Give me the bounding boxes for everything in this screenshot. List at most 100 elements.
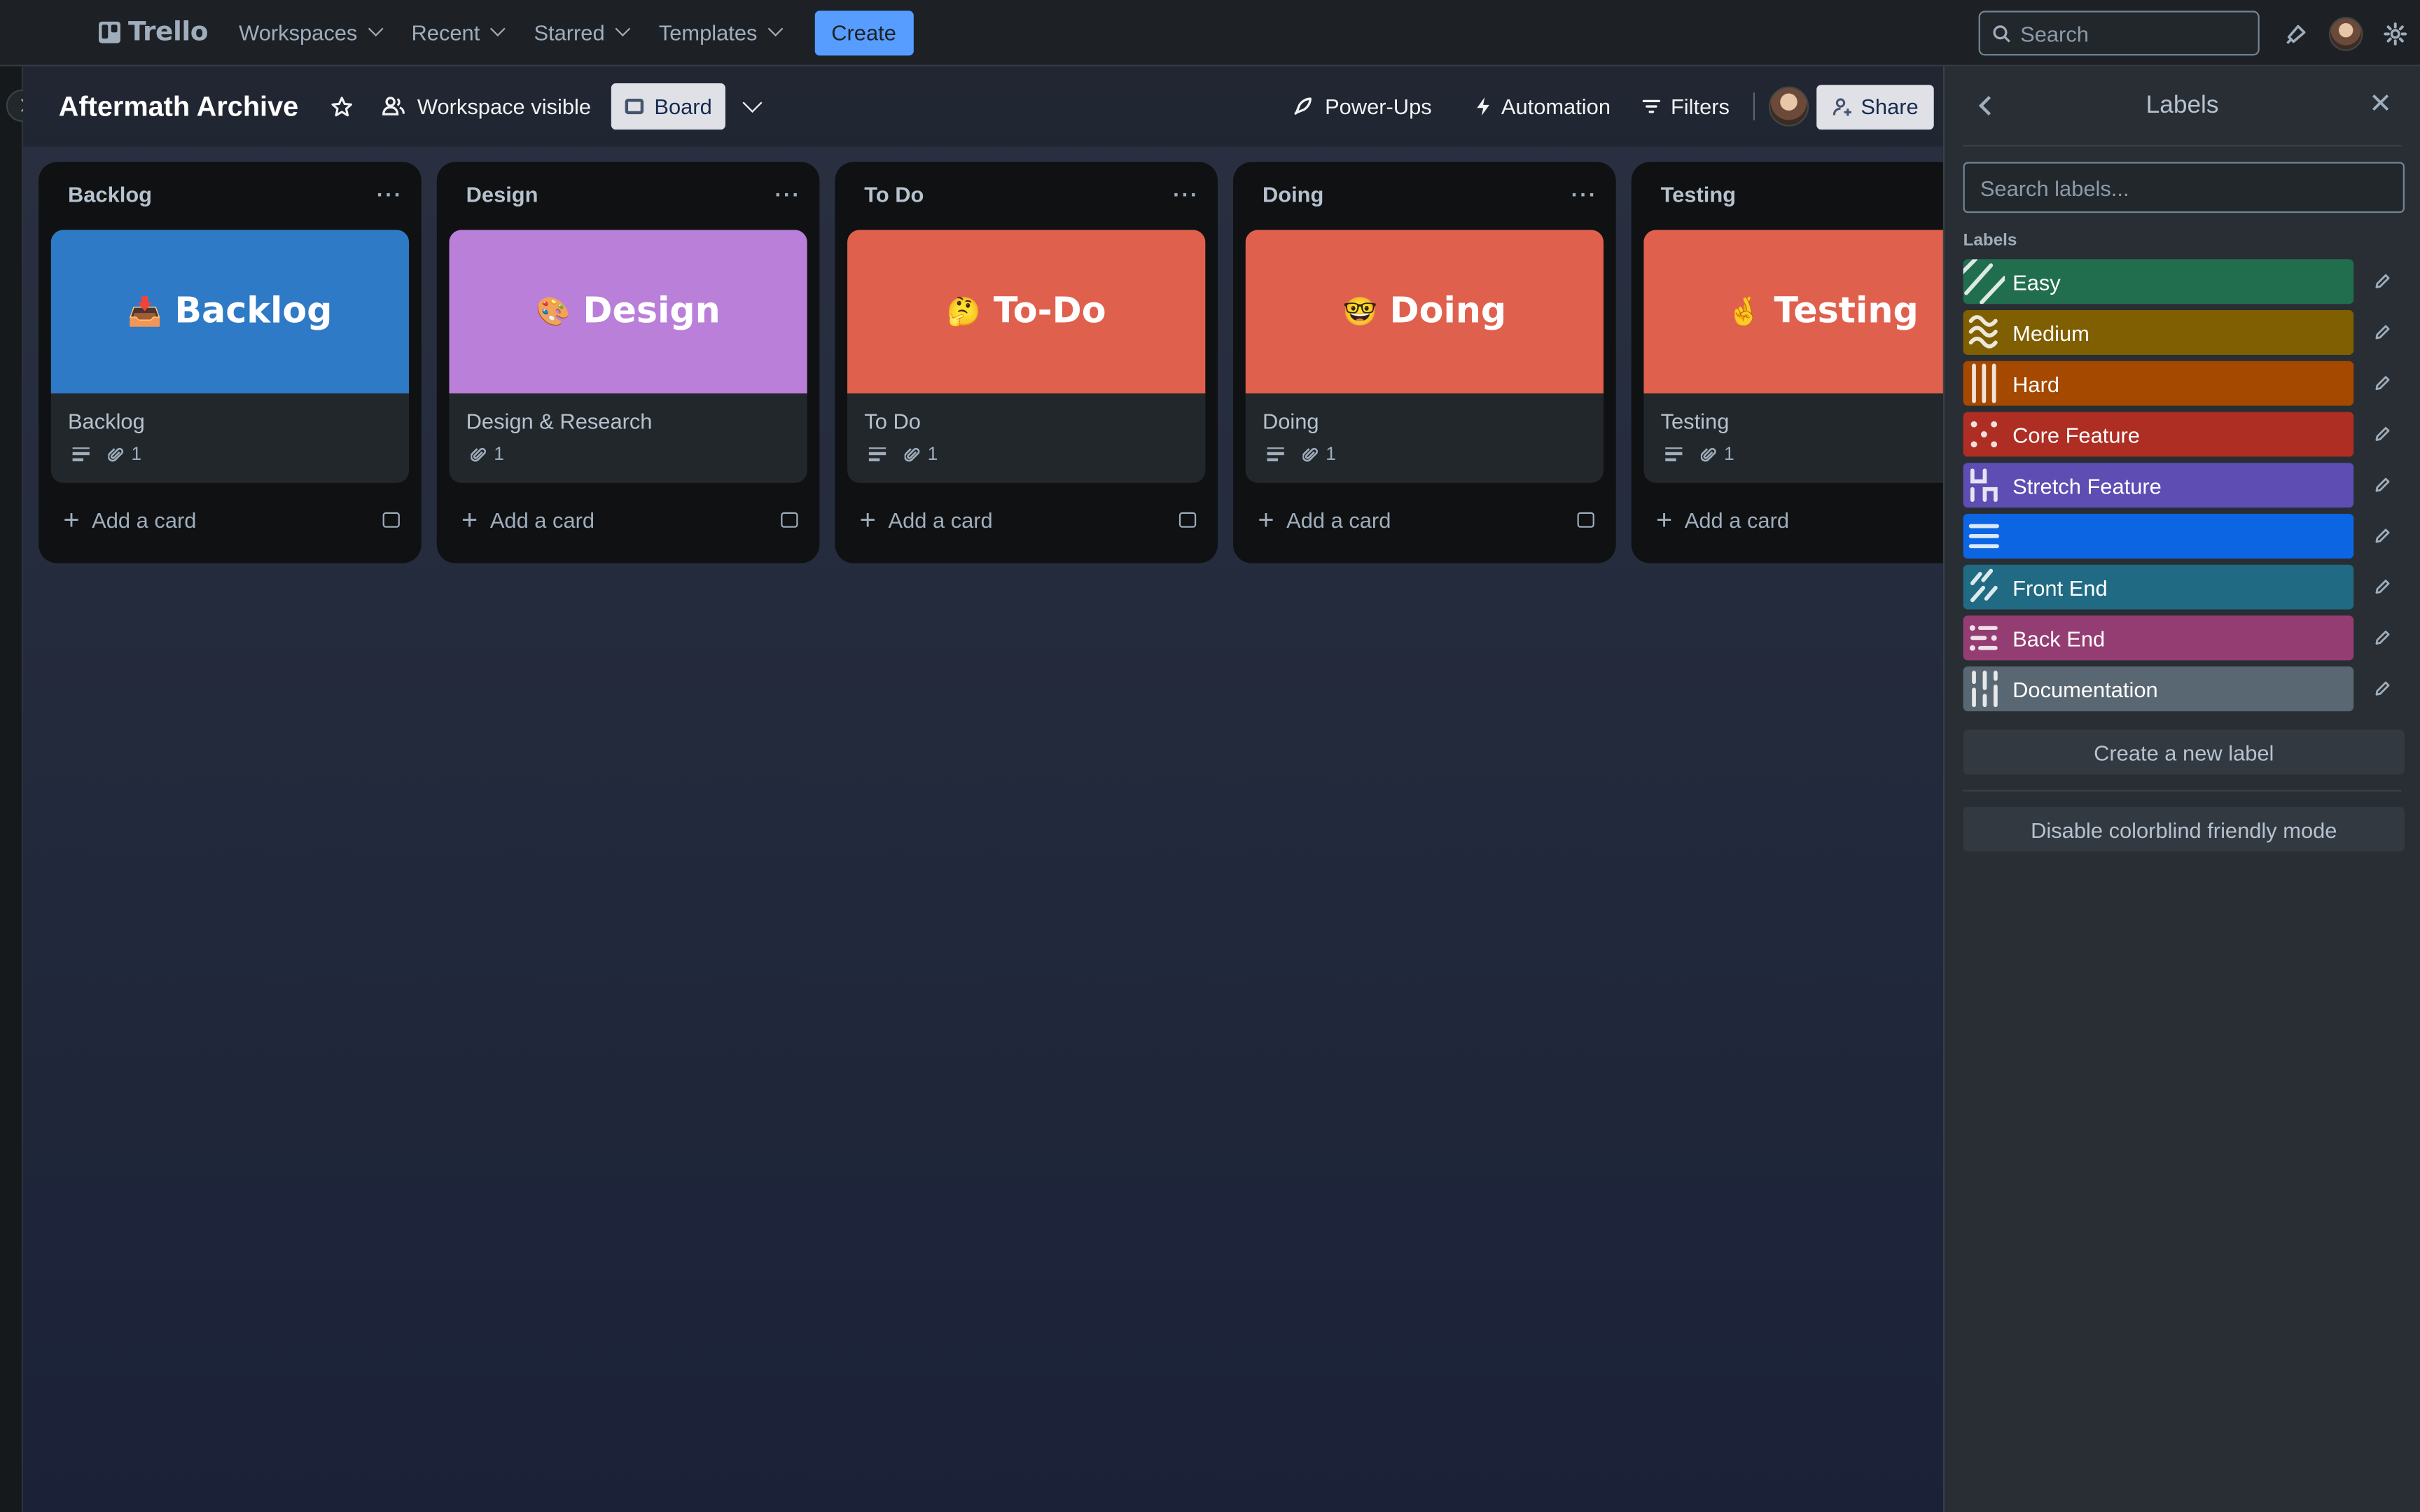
- edit-label-button[interactable]: [2365, 519, 2398, 553]
- cover-text: Design: [583, 291, 721, 332]
- list-column: Backlog ··· 📥 Backlog Backlog 1 + Add a card: [39, 162, 422, 564]
- card-template-icon[interactable]: [1577, 512, 1594, 528]
- visibility-button[interactable]: Workspace visible: [368, 83, 604, 130]
- trello-logo[interactable]: Trello: [99, 0, 209, 66]
- card[interactable]: 🎨 Design Design & Research 1: [449, 230, 807, 483]
- close-icon[interactable]: ✕: [2369, 88, 2392, 120]
- create-button[interactable]: Create: [814, 10, 914, 55]
- edit-label-button[interactable]: [2365, 417, 2398, 451]
- plus-icon: +: [1655, 504, 1673, 536]
- card[interactable]: 📥 Backlog Backlog 1: [50, 230, 410, 483]
- add-card-button[interactable]: + Add a card: [437, 486, 820, 554]
- list-column: Design ··· 🎨 Design Design & Research 1 + Add a…: [436, 162, 820, 564]
- create-label-button[interactable]: Create a new label: [1963, 729, 2405, 775]
- label-chip[interactable]: Hard: [1963, 360, 2354, 406]
- card-template-icon[interactable]: [1178, 512, 1197, 528]
- card[interactable]: 🤔 To-Do To Do 1: [847, 230, 1206, 483]
- edit-label-button[interactable]: [2365, 366, 2398, 400]
- label-row: Hard: [1963, 360, 2420, 406]
- search-labels-field[interactable]: [1963, 162, 2405, 214]
- label-pattern-icon: [1970, 568, 1998, 603]
- board-view-label: Board: [654, 94, 712, 119]
- edit-label-button[interactable]: [2365, 316, 2398, 349]
- card-template-icon[interactable]: [382, 512, 400, 528]
- colorblind-mode-button[interactable]: Disable colorblind friendly mode: [1963, 806, 2405, 852]
- notifications-button[interactable]: [2272, 8, 2321, 58]
- card[interactable]: 🤞 Testing Testing 1: [1643, 230, 1943, 483]
- power-ups-button[interactable]: Power-Ups: [1279, 83, 1446, 130]
- label-pattern-icon: [1970, 421, 1998, 448]
- list-title[interactable]: Testing: [1661, 182, 1736, 206]
- star-board-button[interactable]: [317, 83, 368, 130]
- label-chip[interactable]: Front End: [1963, 564, 2354, 610]
- cover-text: To-Do: [993, 291, 1106, 332]
- list-title[interactable]: Backlog: [68, 182, 152, 206]
- label-chip[interactable]: Medium: [1963, 310, 2354, 355]
- edit-label-button[interactable]: [2365, 265, 2398, 298]
- add-card-button[interactable]: + Add a card: [1233, 486, 1616, 554]
- list-header[interactable]: Testing···: [1632, 162, 1943, 227]
- list-menu-icon[interactable]: ···: [774, 182, 800, 206]
- list-menu-icon[interactable]: ···: [1173, 182, 1199, 206]
- share-button[interactable]: Share: [1816, 84, 1934, 130]
- automation-button[interactable]: Automation: [1461, 83, 1625, 130]
- board-member-avatar[interactable]: [1763, 82, 1813, 132]
- add-card-label: Add a card: [92, 507, 197, 533]
- search-icon: [1993, 24, 2010, 42]
- list-header[interactable]: To Do ···: [835, 162, 1218, 227]
- templates-menu[interactable]: Templates: [644, 8, 796, 57]
- starred-menu[interactable]: Starred: [518, 8, 643, 57]
- account-button[interactable]: [2321, 8, 2371, 58]
- attachment-badge: 1: [904, 443, 938, 464]
- list-title[interactable]: To Do: [864, 182, 924, 206]
- list-title[interactable]: Design: [466, 182, 538, 206]
- label-chip[interactable]: Core Feature: [1963, 412, 2354, 457]
- add-card-button[interactable]: + Add a card: [39, 486, 422, 554]
- label-chip[interactable]: [1963, 513, 2354, 559]
- settings-button[interactable]: [2370, 8, 2420, 58]
- list-menu-icon[interactable]: ···: [1571, 182, 1597, 206]
- plus-icon: +: [859, 504, 876, 536]
- edit-label-button[interactable]: [2365, 621, 2398, 654]
- edit-label-button[interactable]: [2365, 672, 2398, 706]
- label-name: Stretch Feature: [2012, 472, 2162, 498]
- switch-view-button[interactable]: [732, 83, 774, 130]
- list-menu-icon[interactable]: ···: [377, 182, 403, 206]
- automation-label: Automation: [1501, 94, 1611, 119]
- label-row: Stretch Feature: [1963, 463, 2420, 508]
- back-arrow-icon[interactable]: [1978, 95, 1998, 116]
- list-header[interactable]: Design ···: [437, 162, 820, 227]
- edit-label-button[interactable]: [2365, 570, 2398, 603]
- edit-label-button[interactable]: [2365, 468, 2398, 502]
- pencil-icon: [2374, 681, 2389, 696]
- list-header[interactable]: Backlog ···: [39, 162, 422, 227]
- paperclip-icon: [1700, 447, 1716, 461]
- starred-menu-label: Starred: [534, 20, 605, 45]
- card[interactable]: 🤓 Doing Doing 1: [1245, 230, 1604, 483]
- workspaces-menu[interactable]: Workspaces: [223, 8, 396, 57]
- add-card-label: Add a card: [888, 507, 993, 533]
- search-labels-input[interactable]: [1980, 175, 2403, 200]
- recent-menu[interactable]: Recent: [396, 8, 518, 57]
- list-title[interactable]: Doing: [1263, 182, 1323, 206]
- search-input[interactable]: Search: [1978, 10, 2260, 56]
- board-title[interactable]: Aftermath Archive: [59, 90, 298, 122]
- member-avatar: [1768, 86, 1809, 127]
- list-header[interactable]: Doing ···: [1233, 162, 1616, 227]
- trello-logo-text: Trello: [127, 17, 209, 48]
- add-card-button[interactable]: + Add a card: [835, 486, 1218, 554]
- card-badges: 1: [1643, 440, 1943, 483]
- add-card-button[interactable]: + Add a card: [1632, 486, 1943, 554]
- board-view-button[interactable]: Board: [611, 83, 726, 130]
- label-chip[interactable]: Back End: [1963, 615, 2354, 661]
- card-template-icon[interactable]: [781, 512, 798, 528]
- filters-button[interactable]: Filters: [1627, 83, 1744, 130]
- attachment-badge: 1: [471, 443, 504, 464]
- label-chip[interactable]: Documentation: [1963, 666, 2354, 712]
- panel-divider: [1963, 790, 2402, 792]
- label-chip[interactable]: Easy: [1963, 259, 2354, 304]
- card-badges: 1: [449, 440, 807, 483]
- board-view-icon: [625, 99, 644, 115]
- label-chip[interactable]: Stretch Feature: [1963, 463, 2354, 508]
- avatar: [2328, 16, 2363, 50]
